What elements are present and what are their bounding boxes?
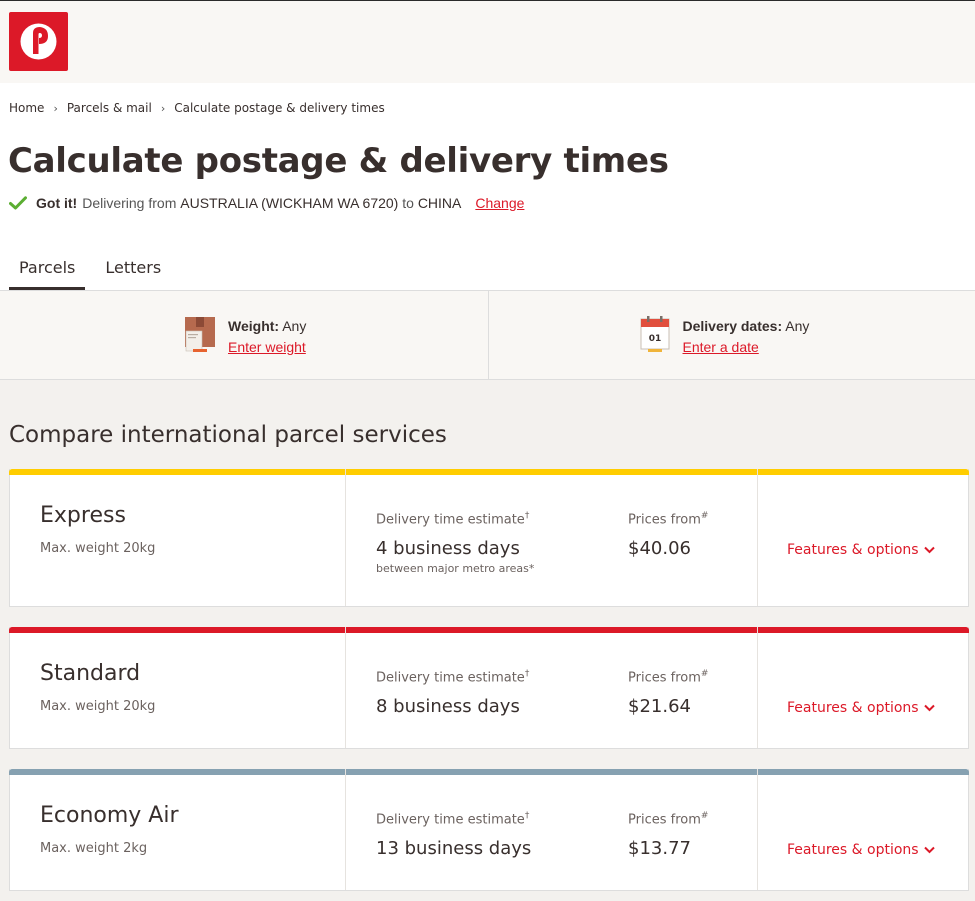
service-actions: Features & options (758, 769, 968, 890)
chevron-down-icon (923, 704, 935, 712)
delivery-route-status: Got it! Delivering from AUSTRALIA (WICKH… (9, 195, 524, 211)
delivery-time-value: 13 business days (376, 838, 532, 859)
price-label: Prices from# (628, 811, 709, 828)
breadcrumb-parcels-mail[interactable]: Parcels & mail (67, 101, 152, 115)
service-name: Express (40, 503, 126, 528)
delivery-time-label: Delivery time estimate† (376, 511, 530, 528)
status-prefix: Delivering from (82, 195, 177, 211)
weight-value: Any (282, 318, 307, 334)
delivery-time-label: Delivery time estimate† (376, 669, 530, 686)
enter-date-link[interactable]: Enter a date (683, 337, 810, 358)
page-header-section: Home › Parcels & mail › Calculate postag… (0, 83, 975, 290)
chevron-right-icon: › (160, 101, 166, 115)
weight-filter: Weight: Any Enter weight (0, 291, 488, 379)
features-options-link[interactable]: Features & options (787, 542, 935, 558)
features-options-link[interactable]: Features & options (787, 842, 935, 858)
service-info: Standard Max. weight 20kg (10, 627, 346, 748)
service-card-express: Express Max. weight 20kg Delivery time e… (9, 469, 969, 607)
delivery-time-value: 8 business days (376, 696, 520, 717)
price-value: $13.77 (628, 838, 691, 859)
weight-label: Weight: (228, 318, 280, 334)
status-to: to (402, 195, 414, 211)
service-info: Economy Air Max. weight 2kg (10, 769, 346, 890)
breadcrumb-current: Calculate postage & delivery times (174, 101, 385, 115)
chevron-down-icon (923, 846, 935, 854)
service-max-weight: Max. weight 2kg (40, 841, 148, 856)
change-route-link[interactable]: Change (475, 195, 524, 211)
check-icon (9, 196, 27, 210)
origin-location: AUSTRALIA (WICKHAM WA 6720) (180, 195, 399, 211)
service-details: Delivery time estimate† 4 business days … (346, 469, 758, 606)
service-details: Delivery time estimate† 13 business days… (346, 769, 758, 890)
delivery-dates-filter-text: Delivery dates: Any Enter a date (683, 316, 810, 358)
delivery-dates-value: Any (785, 318, 810, 334)
enter-weight-link[interactable]: Enter weight (228, 337, 306, 358)
status-confirmation: Got it! (36, 195, 78, 211)
page-title: Calculate postage & delivery times (8, 141, 669, 181)
service-actions: Features & options (758, 469, 968, 606)
breadcrumb: Home › Parcels & mail › Calculate postag… (9, 101, 385, 115)
features-options-link[interactable]: Features & options (787, 700, 935, 716)
service-card-standard: Standard Max. weight 20kg Delivery time … (9, 627, 969, 749)
price-label: Prices from# (628, 669, 709, 686)
service-info: Express Max. weight 20kg (10, 469, 346, 606)
delivery-dates-filter: 01 Delivery dates: Any Enter a date (487, 291, 975, 379)
chevron-right-icon: › (53, 101, 58, 115)
tab-letters[interactable]: Letters (95, 255, 171, 290)
service-details: Delivery time estimate† 8 business days … (346, 627, 758, 748)
calendar-icon: 01 (640, 316, 669, 352)
service-name: Economy Air (40, 803, 179, 828)
service-max-weight: Max. weight 20kg (40, 699, 156, 714)
service-card-economy-air: Economy Air Max. weight 2kg Delivery tim… (9, 769, 969, 891)
price-value: $40.06 (628, 538, 691, 559)
australia-post-logo[interactable] (9, 12, 68, 71)
delivery-time-label: Delivery time estimate† (376, 811, 530, 828)
price-value: $21.64 (628, 696, 691, 717)
destination-location: CHINA (417, 195, 462, 211)
delivery-time-value: 4 business days (376, 538, 520, 559)
price-label: Prices from# (628, 511, 709, 528)
service-max-weight: Max. weight 20kg (40, 541, 156, 556)
service-name: Standard (40, 661, 141, 686)
site-header (0, 0, 975, 83)
section-title: Compare international parcel services (9, 422, 447, 448)
australia-post-logo-icon (20, 23, 57, 60)
calendar-day: 01 (648, 334, 661, 344)
parcel-box-icon (185, 317, 215, 352)
tab-parcels[interactable]: Parcels (9, 255, 86, 290)
weight-filter-text: Weight: Any Enter weight (228, 316, 306, 358)
service-type-tabs: Parcels Letters (9, 255, 181, 290)
service-actions: Features & options (758, 627, 968, 748)
delivery-time-note: between major metro areas* (376, 562, 535, 575)
chevron-down-icon (923, 546, 935, 554)
filters-bar: Weight: Any Enter weight 01 Delivery dat… (0, 290, 975, 380)
breadcrumb-home[interactable]: Home (9, 101, 44, 115)
delivery-dates-label: Delivery dates: (682, 318, 783, 334)
